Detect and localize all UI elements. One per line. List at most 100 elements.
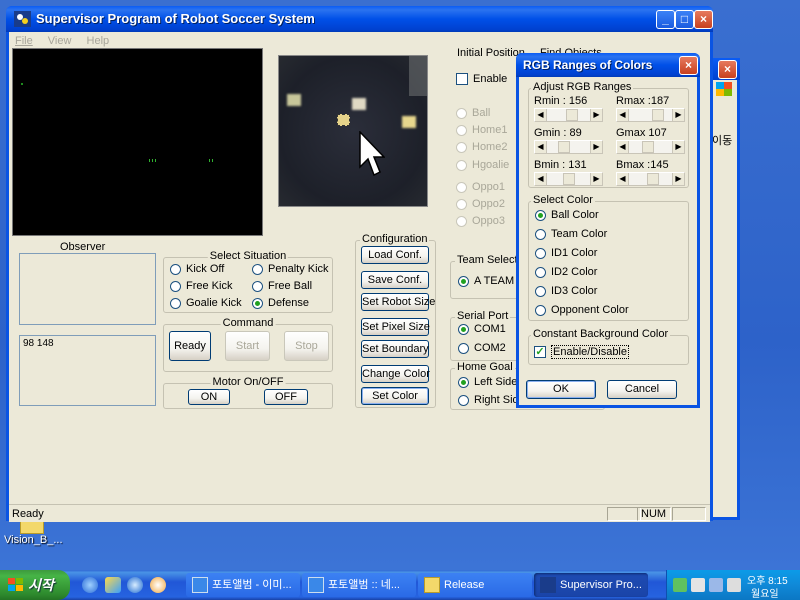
mouse-cursor-icon [359,131,385,177]
main-window-titlebar[interactable]: Supervisor Program of Robot Soccer Syste… [6,6,713,32]
gmin-slider[interactable]: ◀ ▶ [534,140,603,154]
bmax-slider[interactable]: ◀ ▶ [616,172,685,186]
motor-off-button[interactable]: OFF [264,389,308,405]
radio-free-ball[interactable]: Free Ball [252,280,312,292]
windows-flag-icon [8,578,23,591]
camera-blob [352,98,366,110]
start-button[interactable]: 시작 [0,570,70,600]
radio-id2-color[interactable]: ID2 Color [535,266,597,278]
task-photo-album-2[interactable]: 포토앨범 :: 네... [302,573,416,597]
load-conf-button[interactable]: Load Conf. [361,246,429,264]
radio-defense[interactable]: Defense [252,297,309,309]
radio-id1-color[interactable]: ID1 Color [535,247,597,259]
status-num: NUM [637,507,671,521]
quicklaunch-browser-icon[interactable] [127,577,143,593]
ok-button[interactable]: OK [526,380,596,399]
tray-volume-icon[interactable] [727,578,741,592]
background-close-button[interactable]: × [718,60,737,79]
app-icon [540,577,556,593]
radio-com2[interactable]: COM2 [458,342,506,354]
maximize-button[interactable]: □ [675,10,694,29]
radio-opponent-color[interactable]: Opponent Color [535,304,629,316]
radio-kick-off[interactable]: Kick Off [170,263,224,275]
gmax-slider[interactable]: ◀ ▶ [616,140,685,154]
find-oppo1[interactable]: Oppo1 [456,181,505,193]
folder-icon [424,577,440,593]
find-oppo3[interactable]: Oppo3 [456,215,505,227]
windows-logo-icon [716,82,732,96]
change-color-button[interactable]: Change Color [361,365,430,383]
rmax-slider[interactable]: ◀ ▶ [616,108,685,122]
set-boundary-button[interactable]: Set Boundary [361,340,429,358]
serial-port-title: Serial Port [455,310,511,322]
rgb-dialog-titlebar[interactable]: RGB Ranges of Colors [516,53,700,77]
system-tray: 오후 8:15 월요일 [666,570,800,600]
start-label: 시작 [28,577,54,593]
dialog-close-button[interactable]: × [679,56,698,75]
set-robot-size-button[interactable]: Set Robot Size [361,293,435,311]
minimize-button[interactable]: _ [656,10,675,29]
close-button[interactable]: × [694,10,713,29]
set-color-button[interactable]: Set Color [361,387,429,405]
stop-button[interactable]: Stop [284,331,329,361]
radio-team-a[interactable]: A TEAM [458,275,514,287]
rmax-label: Rmax :187 [616,95,670,107]
bmax-value: 145 [650,159,669,171]
tray-app-icon[interactable] [691,578,705,592]
rgb-dialog-title: RGB Ranges of Colors [523,58,653,72]
find-home1[interactable]: Home1 [456,124,507,136]
gmax-value: 107 [648,127,667,139]
motor-title: Motor On/OFF [210,376,286,388]
start-button[interactable]: Start [225,331,270,361]
quicklaunch-player-icon[interactable] [150,577,166,593]
desktop-icon-label[interactable]: Vision_B_... [4,534,63,546]
bmin-slider[interactable]: ◀ ▶ [534,172,603,186]
radio-team-color[interactable]: Team Color [535,228,607,240]
rmin-label: Rmin : 156 [534,95,588,107]
menu-view[interactable]: View [48,35,72,47]
cancel-button[interactable]: Cancel [607,380,677,399]
radio-free-kick[interactable]: Free Kick [170,280,232,292]
task-supervisor[interactable]: Supervisor Pro... [534,573,648,597]
clock-day[interactable]: 월요일 [751,585,779,600]
quicklaunch-ie-icon[interactable] [82,577,98,593]
find-ball[interactable]: Ball [456,107,490,119]
home-goal-title: Home Goal [455,361,515,373]
save-conf-button[interactable]: Save Conf. [361,271,429,289]
camera-glare [409,56,427,96]
initial-position-title: Initial Position [457,47,525,59]
radio-goalie-kick[interactable]: Goalie Kick [170,297,242,309]
initial-position-enable[interactable]: Enable [456,73,507,85]
ready-button[interactable]: Ready [169,331,211,361]
tray-network-icon[interactable] [673,578,687,592]
rmin-value: 156 [568,95,588,107]
enable-disable-checkbox[interactable]: ✓ Enable/Disable [534,345,629,359]
status-text: Ready [12,508,44,520]
tray-monitor-icon[interactable] [709,578,723,592]
app-icon [14,11,31,27]
rmin-slider[interactable]: ◀ ▶ [534,108,603,122]
field-mark [149,159,156,162]
radio-penalty-kick[interactable]: Penalty Kick [252,263,329,275]
radio-left-side[interactable]: Left Side [458,376,517,388]
radio-right-side[interactable]: Right Side [458,394,525,406]
task-photo-album-1[interactable]: 포토앨범 - 이미... [186,573,300,597]
camera-blob [287,94,301,106]
find-oppo2[interactable]: Oppo2 [456,198,505,210]
status-panel-blank [607,507,641,521]
find-hgoalie[interactable]: Hgoalie [456,159,509,171]
status-bar: Ready NUM [9,504,710,522]
set-pixel-size-button[interactable]: Set Pixel Size [361,318,430,336]
radio-ball-color[interactable]: Ball Color [535,209,599,221]
menu-file[interactable]: File [15,35,33,47]
radio-id3-color[interactable]: ID3 Color [535,285,597,297]
motor-on-button[interactable]: ON [188,389,230,405]
camera-blob [402,116,416,128]
bmin-label: Bmin : 131 [534,159,587,171]
task-release-folder[interactable]: Release [418,573,532,597]
quicklaunch-media-icon[interactable] [105,577,121,593]
bmin-value: 131 [568,159,587,171]
find-home2[interactable]: Home2 [456,141,507,153]
menu-help[interactable]: Help [87,35,110,47]
radio-com1[interactable]: COM1 [458,323,506,335]
